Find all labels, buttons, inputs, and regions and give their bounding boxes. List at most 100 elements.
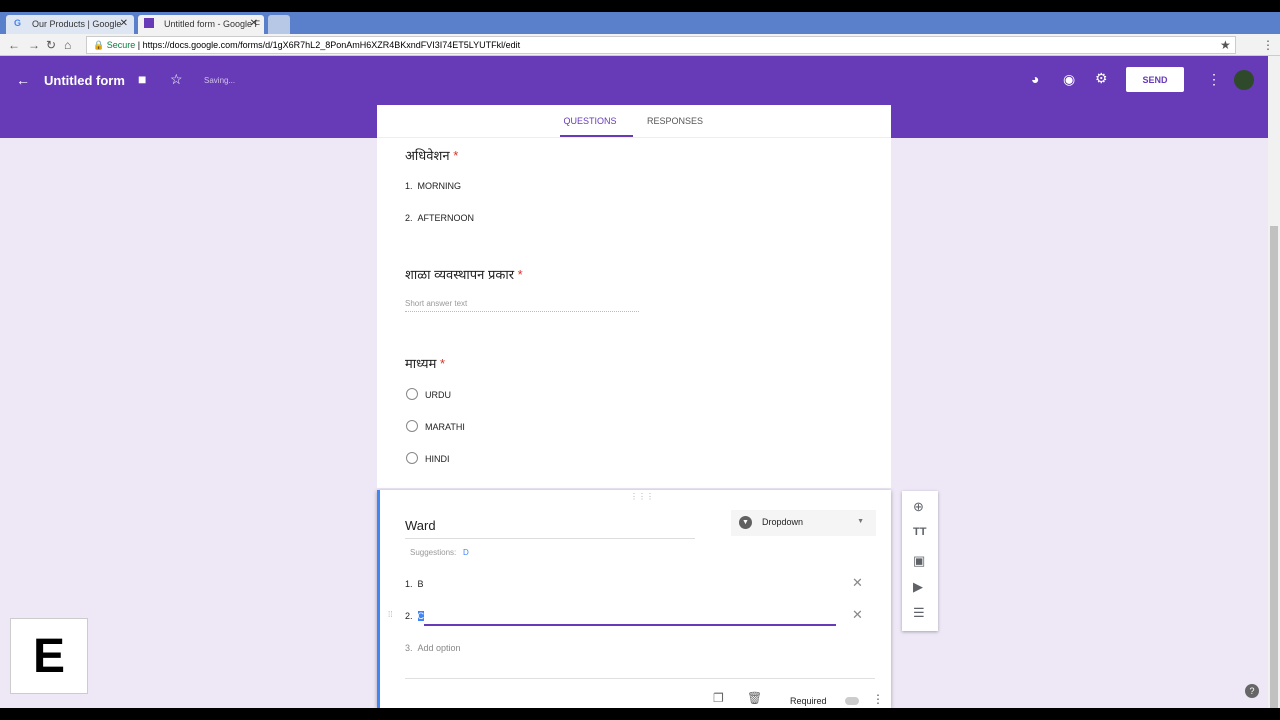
tab-label: Our Products | Google (32, 19, 122, 29)
more-options-icon[interactable]: ⋮ (1207, 71, 1221, 88)
required-asterisk: * (453, 148, 459, 163)
folder-icon[interactable]: ■ (138, 71, 146, 87)
suggestions-label: Suggestions: (410, 548, 457, 557)
new-tab-button[interactable] (268, 15, 290, 34)
question-title[interactable]: अधिवेशन * (405, 146, 458, 164)
forms-icon (144, 18, 154, 28)
radio-button[interactable] (406, 388, 418, 400)
tab-label: Untitled form - Google F (164, 19, 261, 29)
option-input[interactable]: C (417, 611, 425, 621)
required-asterisk: * (439, 356, 446, 371)
add-option-label: Add option (417, 643, 461, 653)
option-label: AFTERNOON (417, 213, 475, 223)
required-label: Required (790, 696, 827, 706)
logo-letter: E (32, 630, 65, 683)
more-options-icon[interactable]: ⋮ (872, 692, 884, 706)
required-asterisk: * (517, 267, 523, 282)
question-list: अधिवेशन * 1. MORNING 2. AFTERNOON शाळा व… (377, 138, 891, 488)
question-title[interactable]: माध्यम * (405, 354, 445, 372)
drag-handle-icon[interactable]: ⁞⁞ (388, 610, 392, 619)
preview-eye-icon[interactable]: ◉ (1063, 71, 1075, 88)
title-text: माध्यम (405, 356, 437, 371)
title-text: शाळा व्यवस्थापन प्रकार (405, 267, 515, 282)
add-section-icon[interactable]: ☰ (913, 605, 925, 621)
suggestion-chip[interactable]: D (463, 548, 469, 557)
close-icon[interactable]: ✕ (120, 18, 128, 29)
help-icon[interactable]: ? (1245, 684, 1259, 698)
palette-icon[interactable]: ◕ (1031, 71, 1039, 87)
lock-icon: 🔒 (93, 40, 107, 50)
option-number: 3. (405, 643, 413, 653)
browser-tab-active[interactable]: Untitled form - Google F ✕ (138, 15, 264, 34)
option-label: URDU (425, 390, 451, 400)
send-button[interactable]: SEND (1126, 67, 1184, 92)
bookmark-star-icon[interactable]: ★ (1220, 38, 1231, 52)
list-item: 1. MORNING (405, 181, 461, 191)
address-bar: ← → ↻ ⌂ 🔒 Secure | https://docs.google.c… (0, 34, 1280, 56)
dropdown-type-icon: ▼ (739, 516, 752, 529)
suggestions: Suggestions: D (410, 548, 469, 557)
option-input-underline (424, 624, 836, 626)
radio-button[interactable] (406, 452, 418, 464)
url-input[interactable]: 🔒 Secure | https://docs.google.com/forms… (86, 36, 1236, 54)
browser-tab-bar: G Our Products | Google ✕ Untitled form - … (0, 12, 1280, 34)
settings-gear-icon[interactable]: ⚙ (1095, 70, 1108, 87)
back-icon[interactable]: ← (8, 38, 20, 52)
browser-tab[interactable]: G Our Products | Google ✕ (6, 15, 134, 34)
secure-label: Secure (106, 40, 136, 50)
question-type-dropdown[interactable]: ▼ Dropdown ▼ (731, 510, 876, 536)
url-text: https://docs.google.com/forms/d/1gX6R7hL… (142, 40, 521, 50)
scrollbar[interactable] (1268, 56, 1280, 712)
option-label: MARATHI (425, 422, 465, 432)
back-arrow-icon[interactable]: ← (16, 72, 30, 88)
forward-icon[interactable]: → (28, 38, 40, 52)
add-question-icon[interactable]: ⊕ (913, 499, 924, 515)
required-toggle[interactable] (845, 697, 859, 705)
list-item[interactable]: 2. C (405, 611, 425, 621)
tab-responses[interactable]: RESPONSES (635, 116, 715, 126)
active-question-card[interactable]: ⋮⋮⋮ Ward ▼ Dropdown ▼ Suggestions: D 1. … (377, 490, 891, 708)
question-title[interactable]: शाळा व्यवस्थापन प्रकार * (405, 265, 523, 283)
question-toolbar: ⊕ TT ▣ ▶ ☰ (902, 491, 938, 631)
radio-button[interactable] (406, 420, 418, 432)
remove-option-icon[interactable]: ✕ (852, 575, 863, 591)
duplicate-icon[interactable]: ❐ (713, 691, 724, 705)
star-icon[interactable]: ☆ (170, 71, 183, 88)
option-number: 1. (405, 181, 413, 191)
chevron-down-icon: ▼ (857, 518, 864, 525)
google-icon: G (14, 18, 22, 28)
add-title-icon[interactable]: TT (913, 526, 926, 538)
short-answer-field: Short answer text (405, 299, 639, 312)
add-image-icon[interactable]: ▣ (913, 553, 925, 569)
form-title[interactable]: Untitled form (44, 73, 125, 88)
add-video-icon[interactable]: ▶ (913, 579, 923, 595)
add-option[interactable]: 3. Add option (405, 643, 461, 653)
menu-icon[interactable]: ⋮ (1262, 38, 1274, 52)
delete-trash-icon[interactable]: 🗑 (747, 691, 762, 705)
remove-option-icon[interactable]: ✕ (852, 607, 863, 623)
option-label: B (417, 579, 424, 589)
option-label: MORNING (417, 181, 462, 191)
tab-questions[interactable]: QUESTIONS (550, 116, 630, 126)
app-header: ← Untitled form ■ ☆ Saving... ◕ ◉ ⚙ SEND… (0, 56, 1280, 138)
drag-handle-icon[interactable]: ⋮⋮⋮ (630, 492, 654, 501)
active-tab-indicator (560, 135, 633, 137)
bottom-bar (0, 708, 1280, 720)
divider (405, 678, 875, 679)
option-number: 1. (405, 579, 413, 589)
title-text: अधिवेशन (405, 148, 450, 163)
list-item[interactable]: 1. B (405, 579, 424, 589)
list-item: 2. AFTERNOON (405, 213, 474, 223)
scrollbar-thumb[interactable] (1270, 226, 1278, 712)
option-number: 2. (405, 611, 413, 621)
close-icon[interactable]: ✕ (250, 18, 258, 29)
avatar[interactable] (1234, 70, 1254, 90)
type-label: Dropdown (762, 517, 804, 527)
option-number: 2. (405, 213, 413, 223)
home-icon[interactable]: ⌂ (64, 38, 71, 52)
option-label: HINDI (425, 454, 450, 464)
save-status: Saving... (204, 76, 236, 85)
question-title-input[interactable]: Ward (405, 518, 695, 539)
form-tabs: QUESTIONS RESPONSES (377, 105, 891, 138)
reload-icon[interactable]: ↻ (46, 38, 56, 52)
